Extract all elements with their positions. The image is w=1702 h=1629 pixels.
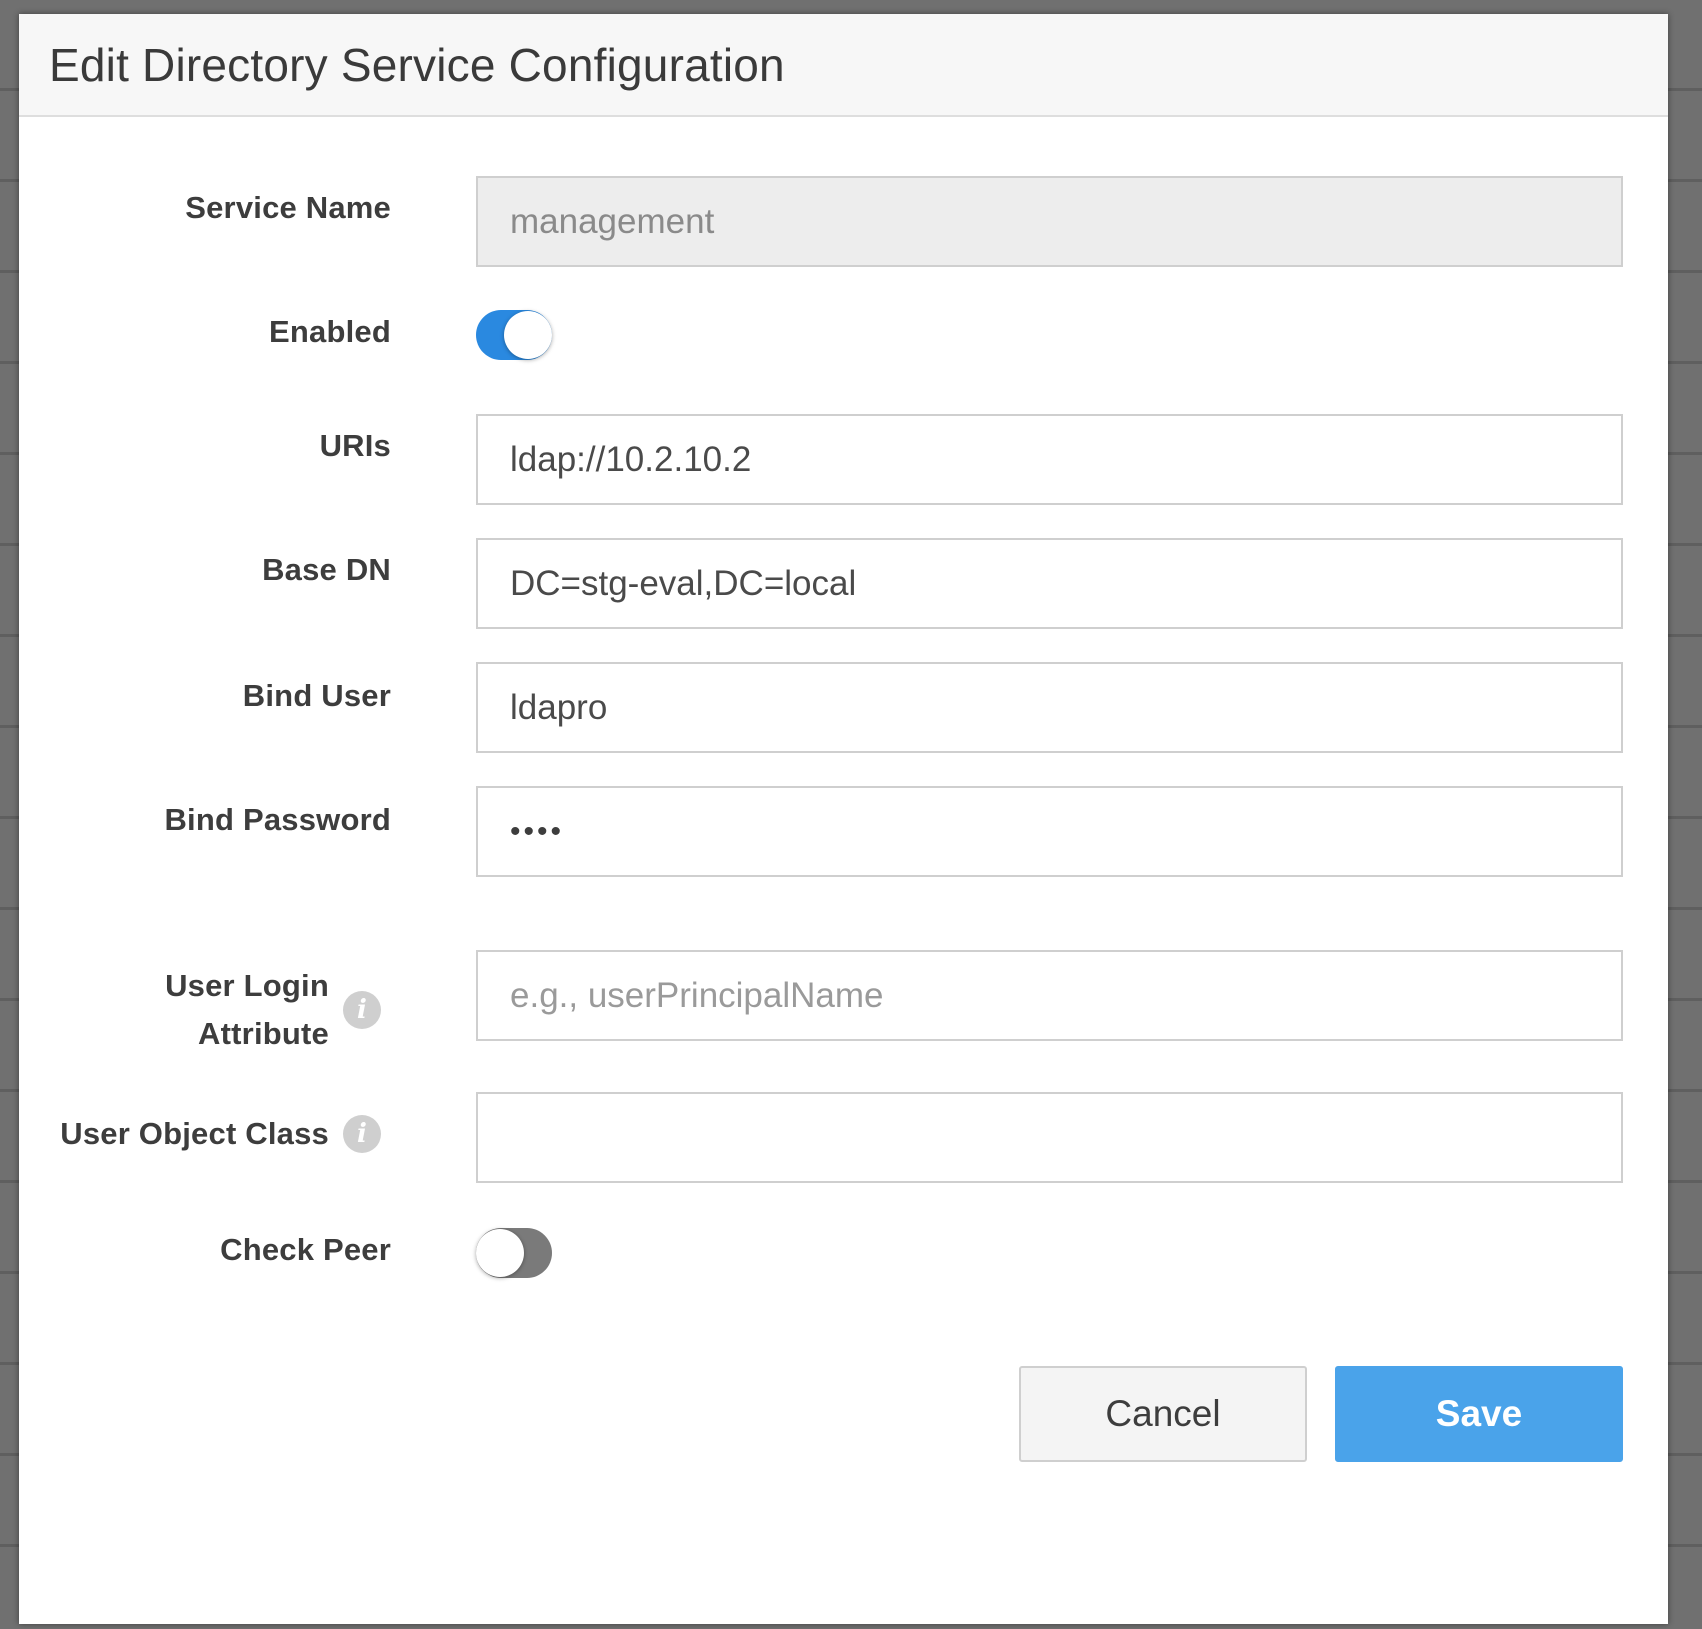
info-icon[interactable]: i xyxy=(343,1115,381,1153)
base-dn-field[interactable] xyxy=(476,538,1623,629)
user-login-attribute-label-line2: Attribute xyxy=(198,1016,329,1051)
dialog-header: Edit Directory Service Configuration xyxy=(19,14,1668,117)
bind-password-field[interactable]: •••• xyxy=(476,786,1623,877)
edit-directory-service-dialog: Edit Directory Service Configuration Ser… xyxy=(19,14,1668,1624)
dialog-title: Edit Directory Service Configuration xyxy=(49,39,785,91)
info-icon[interactable]: i xyxy=(343,991,381,1029)
user-login-attribute-label-line1: User Login xyxy=(165,968,329,1003)
user-login-attribute-label-group: User Login Attribute i xyxy=(165,962,381,1058)
cancel-button[interactable]: Cancel xyxy=(1019,1366,1307,1462)
password-mask: •••• xyxy=(510,814,565,848)
check-peer-label: Check Peer xyxy=(220,1232,391,1267)
base-dn-label: Base DN xyxy=(262,552,391,587)
user-login-attribute-label: User Login Attribute xyxy=(165,962,329,1058)
bind-password-label: Bind Password xyxy=(164,802,391,837)
check-peer-toggle[interactable] xyxy=(476,1228,552,1278)
uris-label: URIs xyxy=(319,428,391,463)
bind-user-field[interactable] xyxy=(476,662,1623,753)
user-login-attribute-field[interactable] xyxy=(476,950,1623,1041)
user-object-class-label: User Object Class xyxy=(60,1116,329,1151)
user-object-class-field[interactable] xyxy=(476,1092,1623,1183)
service-name-label: Service Name xyxy=(185,190,391,225)
toggle-knob xyxy=(476,1229,524,1277)
save-button[interactable]: Save xyxy=(1335,1366,1623,1462)
toggle-knob xyxy=(504,311,552,359)
bind-user-label: Bind User xyxy=(242,678,391,713)
service-name-field[interactable] xyxy=(476,176,1623,267)
enabled-toggle[interactable] xyxy=(476,310,552,360)
enabled-label: Enabled xyxy=(269,314,391,349)
user-object-class-label-group: User Object Class i xyxy=(60,1110,381,1158)
uris-field[interactable] xyxy=(476,414,1623,505)
